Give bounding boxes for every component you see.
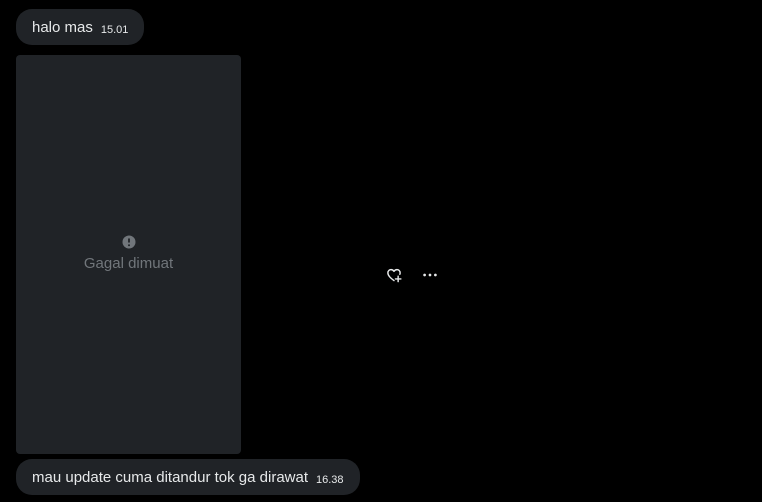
error-circle-icon [122,235,136,249]
media-attachment[interactable]: Gagal dimuat [16,55,241,454]
message-bubble[interactable]: halo mas 15.01 [16,9,145,45]
more-horizontal-icon [421,266,439,284]
message-text: mau update cuma ditandur tok ga dirawat [32,468,308,486]
message-actions [384,265,440,285]
message-text: halo mas [32,18,93,36]
media-error-label: Gagal dimuat [83,255,174,272]
react-button[interactable] [384,265,404,285]
message-bubble[interactable]: mau update cuma ditandur tok ga dirawat … [16,459,360,495]
heart-plus-icon [385,266,403,284]
message-timestamp: 16.38 [316,474,344,486]
media-error-state: Gagal dimuat [16,235,241,272]
more-options-button[interactable] [420,265,440,285]
message-timestamp: 15.01 [100,24,129,36]
